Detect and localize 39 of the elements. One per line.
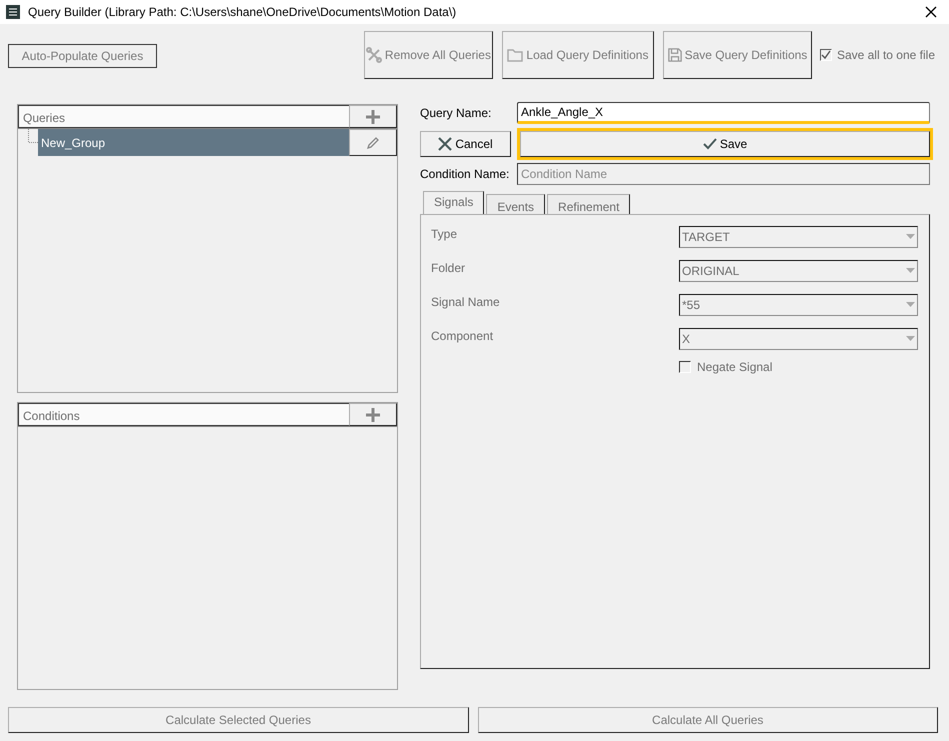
condition-name-field[interactable]: Condition Name	[517, 163, 930, 185]
close-icon[interactable]	[925, 6, 937, 18]
pencil-icon	[366, 136, 380, 150]
field-label: Signal Name	[431, 294, 500, 311]
save-button[interactable]: Save	[520, 131, 930, 157]
caret-icon	[906, 336, 915, 342]
add-query-button[interactable]	[349, 105, 397, 128]
edit-button[interactable]	[349, 129, 397, 156]
query-name-label: Query Name:	[420, 105, 492, 122]
dropdown[interactable]: ORIGINAL	[679, 260, 918, 282]
app-logo-icon	[6, 5, 20, 19]
cancel-button[interactable]: Cancel	[420, 131, 511, 157]
caret-icon	[906, 268, 915, 274]
close-icon	[438, 137, 452, 151]
dropdown[interactable]: TARGET	[679, 226, 918, 248]
field-label: Type	[431, 226, 458, 243]
tab[interactable]: Events	[486, 194, 546, 214]
caret-icon	[906, 302, 915, 308]
field-label: Component	[431, 328, 494, 345]
query-name-field[interactable]: Ankle_Angle_X	[517, 102, 930, 124]
tab[interactable]: Refinement	[547, 194, 630, 214]
dropdown[interactable]: *55	[679, 294, 918, 316]
tree-item[interactable]: New_Group	[38, 129, 349, 156]
conditions-header: Conditions	[18, 403, 349, 426]
plus-icon	[366, 110, 380, 124]
window-title: Query Builder (Library Path: C:\Users\shane\OneDrive\Documents\Motion Data\)	[28, 4, 458, 21]
queries-header: Queries	[18, 105, 349, 128]
tab[interactable]: Signals	[423, 191, 484, 214]
checkmark-icon	[702, 138, 717, 150]
condition-name-label: Condition Name:	[420, 166, 510, 183]
negate-label: Negate Signal	[697, 359, 772, 376]
caret-icon	[906, 234, 915, 240]
add-condition-button[interactable]	[349, 403, 397, 426]
save-all-label: Save all to one file	[836, 47, 935, 64]
folder-icon	[507, 47, 524, 63]
dropdown[interactable]: X	[679, 328, 918, 350]
field-label: Folder	[431, 260, 466, 277]
plus-icon	[366, 408, 380, 422]
negate-checkbox[interactable]	[679, 361, 691, 373]
